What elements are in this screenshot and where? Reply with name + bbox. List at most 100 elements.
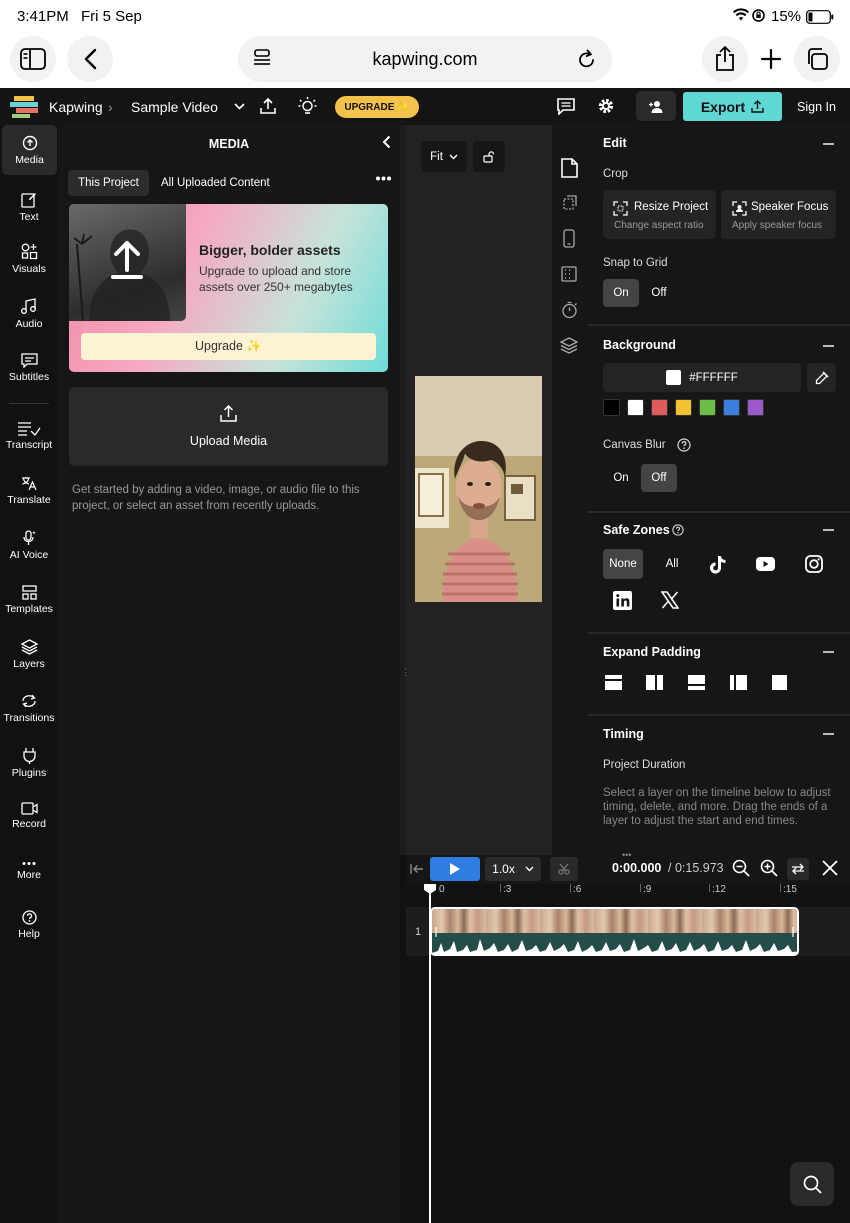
rail-item-help[interactable]: Help (0, 910, 58, 940)
current-time: 0:00.000 (612, 861, 662, 875)
padding-left-right-icon[interactable] (646, 675, 663, 690)
help-icon[interactable] (677, 438, 691, 452)
video-clip[interactable] (430, 907, 799, 956)
play-button[interactable] (430, 857, 480, 881)
app-name[interactable]: Kapwing (49, 99, 103, 115)
upload-media-button[interactable]: Upload Media (69, 387, 388, 466)
grid-icon[interactable] (561, 266, 577, 282)
upload-icon[interactable] (259, 97, 277, 115)
collapse-panel-icon[interactable] (382, 135, 391, 149)
color-swatch[interactable] (651, 399, 668, 416)
chevron-down-icon[interactable] (234, 103, 245, 110)
new-tab-button[interactable] (748, 36, 794, 82)
address-bar[interactable]: kapwing.com (238, 36, 612, 82)
youtube-icon[interactable] (756, 557, 775, 571)
gear-icon[interactable] (597, 97, 615, 115)
tab-this-project[interactable]: This Project (68, 170, 149, 196)
rail-item-more[interactable]: More (0, 861, 58, 881)
export-label: Export (700, 98, 746, 115)
close-icon[interactable] (822, 860, 838, 876)
safe-zone-all[interactable]: All (652, 549, 692, 579)
sign-in-link[interactable]: Sign In (797, 100, 836, 114)
color-swatch[interactable] (699, 399, 716, 416)
padding-bottom-icon[interactable] (688, 675, 705, 690)
more-options-icon[interactable] (376, 176, 391, 181)
promo-upgrade-button[interactable]: Upgrade ✨ (81, 333, 376, 360)
padding-full-icon[interactable] (772, 675, 787, 690)
speaker-focus-button[interactable]: Speaker Focus Apply speaker focus (721, 190, 836, 239)
playhead[interactable] (429, 884, 431, 1223)
skip-to-start-icon[interactable] (410, 862, 424, 876)
crop-frame-icon[interactable] (561, 195, 577, 211)
fit-select[interactable]: Fit (421, 141, 467, 172)
rail-item-templates[interactable]: Templates (0, 585, 58, 615)
rail-item-ai-voice[interactable]: AI Voice (0, 530, 58, 561)
zoom-in-icon[interactable] (760, 859, 778, 877)
rail-item-record[interactable]: Record (0, 802, 58, 830)
rail-item-layers[interactable]: Layers (0, 639, 58, 670)
clip-trim-handle-left[interactable] (435, 927, 437, 937)
layers-stack-icon[interactable] (560, 337, 578, 354)
tabs-button[interactable] (794, 36, 840, 82)
share-button[interactable] (702, 36, 748, 82)
rail-item-subtitles[interactable]: Subtitles (0, 353, 58, 383)
snap-off-button[interactable]: Off (641, 279, 677, 307)
rail-item-visuals[interactable]: Visuals (0, 243, 58, 275)
collapse-edit-icon[interactable] (823, 143, 834, 145)
tab-all-uploaded[interactable]: All Uploaded Content (161, 170, 270, 196)
lightbulb-icon[interactable] (298, 96, 317, 116)
color-swatch[interactable] (675, 399, 692, 416)
snap-on-button[interactable]: On (603, 279, 639, 307)
timer-icon[interactable] (561, 301, 578, 319)
rail-item-media[interactable]: Media (2, 125, 57, 175)
help-icon[interactable] (672, 524, 684, 536)
split-button[interactable] (550, 857, 578, 881)
lock-ratio-button[interactable] (473, 141, 505, 172)
kapwing-logo-icon[interactable] (10, 96, 40, 118)
blur-off-button[interactable]: Off (641, 464, 677, 492)
safe-zone-none[interactable]: None (603, 549, 643, 579)
project-name[interactable]: Sample Video (131, 99, 218, 115)
document-icon[interactable] (561, 158, 578, 178)
collapse-expand-padding-icon[interactable] (823, 651, 834, 653)
upgrade-button[interactable]: UPGRADE ✨ (335, 96, 419, 118)
drag-handle-icon[interactable]: ••• (622, 850, 631, 860)
phone-icon[interactable] (563, 229, 575, 248)
rail-item-translate[interactable]: Translate (0, 476, 58, 506)
background-color-field[interactable]: #FFFFFF (603, 363, 801, 392)
sidebar-toggle-button[interactable] (10, 36, 56, 82)
video-preview[interactable] (415, 376, 542, 602)
rail-item-transcript[interactable]: Transcript (0, 421, 58, 451)
collapse-safe-zones-icon[interactable] (823, 529, 834, 531)
padding-sides-icon[interactable] (730, 675, 747, 690)
swap-button[interactable] (787, 858, 809, 880)
color-swatch[interactable] (603, 399, 620, 416)
floating-search-button[interactable] (790, 1162, 834, 1206)
instagram-icon[interactable] (805, 555, 823, 573)
color-swatch[interactable] (747, 399, 764, 416)
eyedropper-button[interactable] (807, 363, 836, 392)
linkedin-icon[interactable] (613, 591, 632, 610)
back-button[interactable] (67, 36, 113, 82)
rail-item-audio[interactable]: Audio (0, 298, 58, 330)
export-button[interactable]: Export (683, 92, 782, 121)
clip-trim-handle-right[interactable] (792, 927, 794, 937)
x-twitter-icon[interactable] (661, 591, 679, 609)
color-swatch[interactable] (627, 399, 644, 416)
rail-item-text[interactable]: Text (0, 192, 58, 223)
rail-item-transitions[interactable]: Transitions (0, 693, 58, 724)
comment-icon[interactable] (557, 98, 575, 115)
speed-select[interactable]: 1.0x (485, 857, 541, 881)
invite-button[interactable] (636, 91, 676, 121)
rail-item-plugins[interactable]: Plugins (0, 747, 58, 779)
tiktok-icon[interactable] (709, 555, 726, 574)
color-swatch[interactable] (723, 399, 740, 416)
zoom-out-icon[interactable] (732, 859, 750, 877)
resize-project-button[interactable]: Resize Project Change aspect ratio (603, 190, 716, 239)
collapse-background-icon[interactable] (823, 345, 834, 347)
padding-top-bottom-icon[interactable] (605, 675, 622, 690)
promo-text: Upgrade to upload and store assets over … (199, 264, 353, 294)
blur-on-button[interactable]: On (603, 464, 639, 492)
reload-icon[interactable] (577, 49, 596, 69)
collapse-timing-icon[interactable] (823, 733, 834, 735)
